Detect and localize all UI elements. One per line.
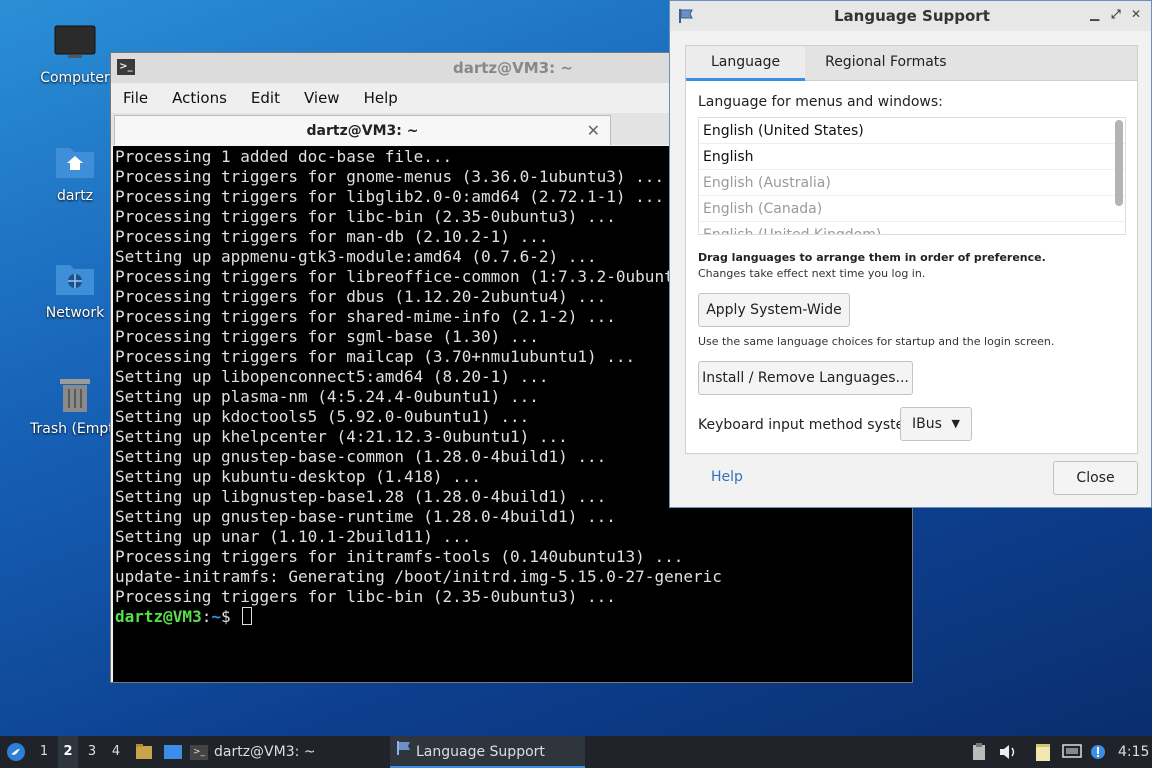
workspace-2[interactable]: 2 <box>58 736 78 768</box>
language-panel: Language for menus and windows: English … <box>685 81 1138 454</box>
language-item[interactable]: English (United States) <box>699 118 1125 144</box>
prompt-user: dartz@VM3 <box>115 607 202 626</box>
language-item[interactable]: English (United Kingdom) <box>699 222 1125 234</box>
terminal-icon: >_ <box>190 744 208 760</box>
menu-file[interactable]: File <box>111 89 160 107</box>
language-support-title: Language Support <box>834 7 990 25</box>
prompt-path: ~ <box>211 607 221 626</box>
text-cursor <box>242 607 253 625</box>
language-item[interactable]: English (Australia) <box>699 170 1125 196</box>
keyboard-input-label: Keyboard input method system: <box>698 417 923 433</box>
desktop-icon-label: Network <box>45 305 105 321</box>
maximize-icon[interactable]: ⤢ <box>1111 7 1121 22</box>
flag-icon <box>396 736 412 768</box>
workspace-3[interactable]: 3 <box>82 736 102 768</box>
keyboard-input-select[interactable]: IBus ▼ <box>900 407 972 441</box>
change-hint: Changes take effect next time you log in… <box>698 267 926 280</box>
terminal-line: Processing triggers for initramfs-tools … <box>115 547 684 566</box>
desktop-icon-computer[interactable]: Computer <box>30 22 120 86</box>
keyboard-input-value: IBus <box>912 416 942 432</box>
update-notification-icon[interactable] <box>1090 736 1108 768</box>
desktop-icon-network[interactable]: Network <box>30 257 120 321</box>
language-list-scrollbar[interactable] <box>1115 120 1123 206</box>
minimize-icon[interactable]: ▁ <box>1090 7 1099 21</box>
desktop-icon-label: Trash (Empty) <box>30 421 120 437</box>
computer-icon <box>54 22 96 64</box>
menu-edit[interactable]: Edit <box>239 89 292 107</box>
clock[interactable]: 4:15 <box>1118 736 1150 768</box>
home-folder-icon <box>54 140 96 182</box>
terminal-line: Processing triggers for libc-bin (2.35-0… <box>115 587 616 606</box>
taskbar: 1 2 3 4 >_ dartz@VM3: ~ Language Support … <box>0 736 1152 768</box>
terminal-icon: >_ <box>117 59 135 75</box>
flag-icon <box>678 8 694 28</box>
taskbar-task-label: dartz@VM3: ~ <box>214 744 316 760</box>
close-icon[interactable]: ✕ <box>1131 7 1141 21</box>
network-folder-icon <box>54 257 96 299</box>
close-icon[interactable]: ✕ <box>587 121 600 140</box>
desktop-icon-label: Computer <box>40 70 110 86</box>
desktop-icon-label: dartz <box>56 188 94 204</box>
language-list[interactable]: English (United States) English English … <box>698 117 1126 235</box>
terminal-line: Setting up unar (1.10.1-2build11) ... <box>115 527 472 546</box>
file-manager-icon[interactable] <box>135 736 155 768</box>
install-remove-languages-button[interactable]: Install / Remove Languages... <box>698 361 913 395</box>
terminal-prompt: dartz@VM3:~$ <box>115 607 910 627</box>
tab-regional-formats[interactable]: Regional Formats <box>805 46 966 81</box>
network-icon[interactable] <box>1062 736 1084 768</box>
notes-icon[interactable] <box>1034 736 1054 768</box>
workspace-4[interactable]: 4 <box>106 736 126 768</box>
language-tabs: Language Regional Formats <box>685 45 1138 81</box>
show-desktop-icon[interactable] <box>163 736 183 768</box>
desktop-icon-home[interactable]: dartz <box>30 140 120 204</box>
chevron-down-icon: ▼ <box>951 417 960 430</box>
start-menu-icon[interactable] <box>6 736 28 768</box>
terminal-title: dartz@VM3: ~ <box>453 59 573 77</box>
menus-language-label: Language for menus and windows: <box>698 94 943 110</box>
tab-language[interactable]: Language <box>686 46 806 81</box>
menu-actions[interactable]: Actions <box>160 89 239 107</box>
help-link[interactable]: Help <box>711 469 743 485</box>
terminal-line: update-initramfs: Generating /boot/initr… <box>115 567 722 586</box>
close-button[interactable]: Close <box>1053 461 1138 495</box>
taskbar-task-terminal[interactable]: >_ dartz@VM3: ~ <box>190 736 380 768</box>
trash-icon <box>54 373 96 415</box>
taskbar-task-label: Language Support <box>416 744 545 760</box>
terminal-tab[interactable]: dartz@VM3: ~ ✕ <box>114 115 611 145</box>
language-item[interactable]: English <box>699 144 1125 170</box>
language-support-window[interactable]: Language Support ▁ ⤢ ✕ Language Regional… <box>669 0 1152 508</box>
apply-hint: Use the same language choices for startu… <box>698 335 1055 348</box>
menu-view[interactable]: View <box>292 89 352 107</box>
prompt-symbol: $ <box>220 607 231 626</box>
taskbar-task-language-support[interactable]: Language Support <box>390 736 585 768</box>
prompt-separator: : <box>201 607 212 626</box>
apply-system-wide-button[interactable]: Apply System-Wide <box>698 293 850 327</box>
terminal-tab-label: dartz@VM3: ~ <box>306 122 419 139</box>
workspace-1[interactable]: 1 <box>34 736 54 768</box>
desktop-icon-trash[interactable]: Trash (Empty) <box>30 373 120 437</box>
terminal-line: Setting up gnustep-base-runtime (1.28.0-… <box>115 507 616 526</box>
drag-hint: Drag languages to arrange them in order … <box>698 251 1046 264</box>
menu-help[interactable]: Help <box>352 89 410 107</box>
language-item[interactable]: English (Canada) <box>699 196 1125 222</box>
clipboard-icon[interactable] <box>972 736 990 768</box>
volume-icon[interactable] <box>998 736 1020 768</box>
language-support-titlebar[interactable]: Language Support ▁ ⤢ ✕ <box>670 1 1151 31</box>
